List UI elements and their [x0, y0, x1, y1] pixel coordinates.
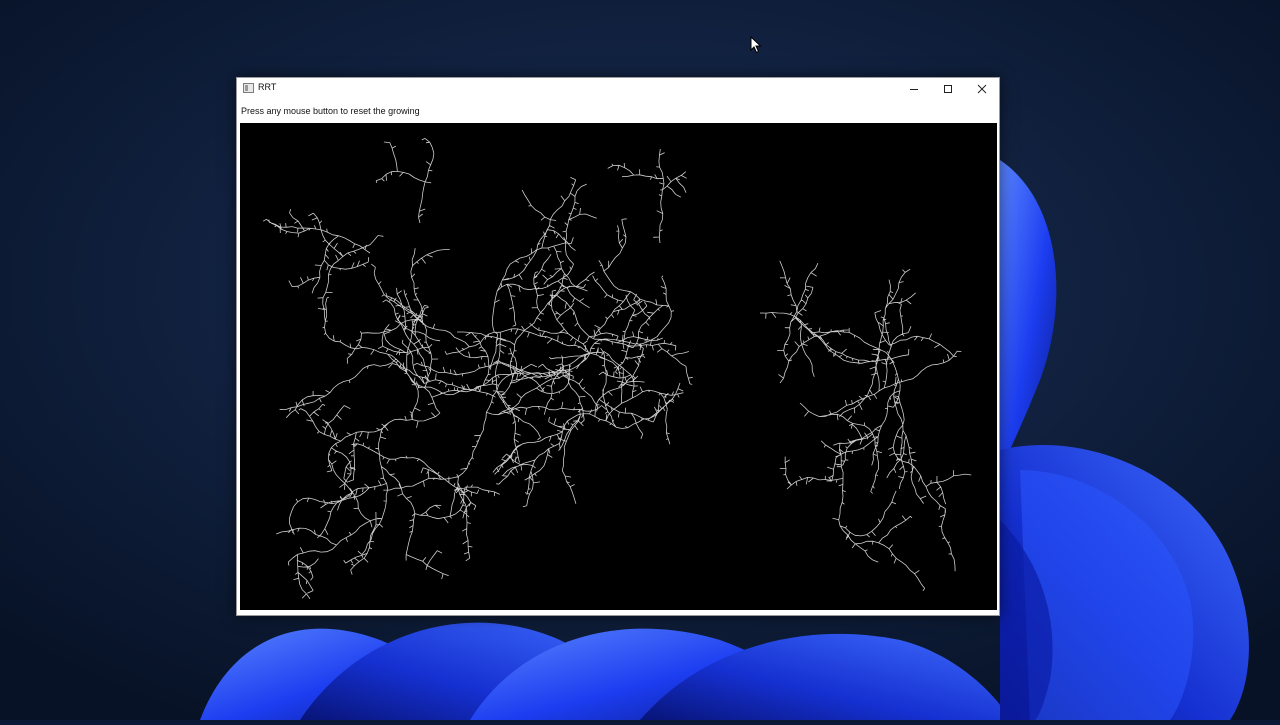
maximize-icon: [944, 85, 952, 93]
rrt-window: RRT Press any mouse button to reset the …: [236, 77, 1000, 616]
maximize-button[interactable]: [931, 78, 965, 100]
rrt-canvas[interactable]: [240, 123, 997, 610]
instruction-text: Press any mouse button to reset the grow…: [241, 106, 420, 116]
close-icon: [977, 84, 987, 94]
minimize-icon: [910, 89, 918, 90]
arrow-cursor-icon: [750, 36, 762, 54]
minimize-button[interactable]: [897, 78, 931, 100]
title-bar[interactable]: RRT: [237, 78, 999, 100]
app-window-icon: [243, 83, 254, 93]
rrt-tree-drawing: [262, 138, 972, 600]
close-button[interactable]: [965, 78, 999, 100]
window-title: RRT: [258, 82, 277, 92]
tree-branches: [262, 138, 972, 600]
